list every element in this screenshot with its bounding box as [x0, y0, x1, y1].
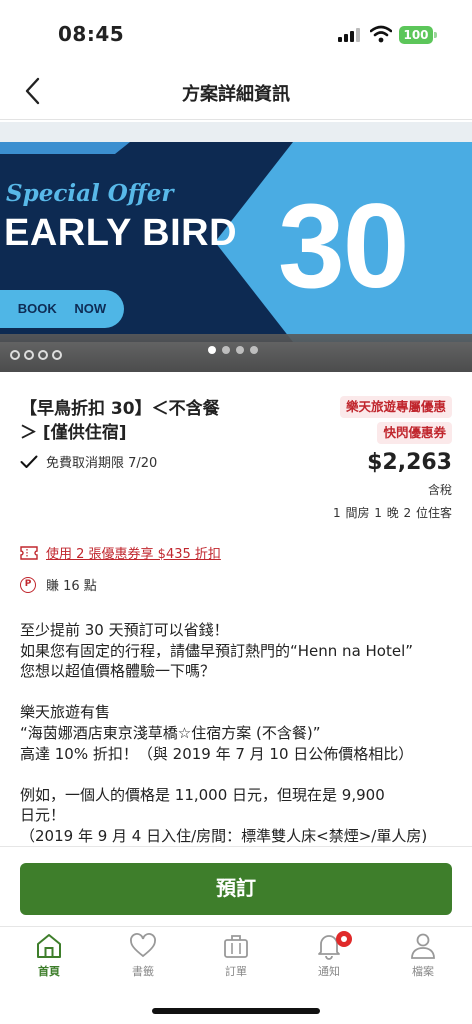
description-line: 日元！	[20, 806, 66, 825]
exclusive-deal-badge: 樂天旅遊專屬優惠	[339, 396, 452, 418]
status-time: 08:45	[58, 22, 125, 46]
plan-title-line-1: 【早鳥折扣 30】＜不含餐	[20, 399, 220, 419]
points-row: P 賺 16 點	[20, 575, 97, 594]
pager-dot[interactable]	[208, 346, 216, 354]
thumbnail-dot[interactable]	[10, 350, 20, 360]
description-line: 如果您有固定的行程，請儘早預訂熱門的“Henn na Hotel”	[20, 641, 414, 660]
banner-headline: EARLY BIRD	[4, 212, 238, 254]
tab-bookmarks[interactable]: 書籤	[96, 931, 190, 985]
description-line	[20, 764, 460, 785]
tab-label-notifications: 通知	[318, 965, 340, 978]
description-line: 高達 10% 折扣！（與 2019 年 7 月 10 日公佈價格相比）	[20, 744, 414, 763]
description-line: 例如，一個人的價格是 11,000 日元，但現在是 9,900	[20, 785, 385, 804]
points-icon: P	[20, 576, 36, 593]
banner-discount-number: 30	[278, 179, 409, 313]
book-button[interactable]: 預訂	[20, 863, 452, 915]
description-line: 您想以超值價格體驗一下嗎？	[20, 662, 216, 681]
booking-bar: 預訂	[0, 846, 472, 926]
tab-label-orders: 訂單	[225, 965, 247, 978]
home-indicator	[152, 1008, 320, 1014]
tab-home[interactable]: 首頁	[2, 931, 96, 985]
gallery-thumbnails[interactable]	[10, 345, 66, 364]
description-line: 至少提前 30 天預訂可以省錢！	[20, 621, 229, 639]
carousel-pager[interactable]	[208, 339, 264, 358]
coupon-link[interactable]: 使用 2 張優惠券享 $435 折扣	[46, 543, 221, 562]
pager-dot[interactable]	[236, 346, 244, 354]
plan-title: 【早鳥折扣 30】＜不含餐 ＞ [僅供住宿]	[20, 397, 240, 445]
battery-icon: 100	[399, 26, 437, 44]
profile-icon	[411, 933, 435, 959]
tab-orders[interactable]: 訂單	[189, 931, 283, 985]
tab-label-home: 首頁	[38, 965, 60, 978]
tab-label-bookmarks: 書籤	[132, 965, 154, 978]
thumbnail-dot[interactable]	[52, 350, 62, 360]
description-line: “海茵娜酒店東京淺草橋☆住宿方案 (不含餐)”	[20, 723, 321, 742]
price: $2,263	[367, 450, 452, 475]
check-icon	[20, 455, 38, 468]
description-line: （2019 年 9 月 4 日入住/房間：標準雙人床<禁煙>/單人房)	[20, 826, 428, 845]
cellular-signal-icon	[338, 28, 362, 42]
coupon-row[interactable]: 使用 2 張優惠券享 $435 折扣	[20, 543, 221, 562]
flash-coupon-badge: 快閃優惠券	[377, 422, 452, 444]
page-title: 方案詳細資訊	[182, 84, 290, 105]
plan-description: 至少提前 30 天預訂可以省錢！ 如果您有固定的行程，請儘早預訂熱門的“Henn…	[20, 620, 460, 847]
free-cancellation: 免費取消期限 7/20	[20, 452, 157, 471]
description-line	[20, 682, 460, 703]
heart-icon	[130, 933, 156, 958]
pager-dot[interactable]	[222, 346, 230, 354]
banner-book-now: BOOK NOW	[0, 290, 124, 328]
cancellation-text: 免費取消期限 7/20	[46, 456, 158, 471]
tab-notifications[interactable]: 通知	[282, 931, 376, 985]
home-icon	[37, 934, 61, 958]
tab-profile[interactable]: 檔案	[376, 931, 470, 985]
wifi-icon	[370, 25, 392, 43]
points-text: 賺 16 點	[46, 579, 97, 594]
tab-label-profile: 檔案	[412, 965, 434, 978]
nav-header: 方案詳細資訊	[0, 62, 472, 120]
suitcase-icon	[224, 935, 248, 958]
thumbnail-dot[interactable]	[24, 350, 34, 360]
pager-dot[interactable]	[250, 346, 258, 354]
description-line: 樂天旅遊有售	[20, 703, 111, 722]
thumbnail-dot[interactable]	[38, 350, 48, 360]
coupon-ticket-icon	[20, 545, 38, 560]
occupancy-info: 1 間房 1 晚 2 位住客	[333, 506, 452, 520]
plan-title-line-2: ＞ [僅供住宿]	[20, 423, 127, 443]
notification-badge	[336, 931, 352, 947]
banner-special-offer: Special Offer	[6, 180, 174, 207]
status-bar: 08:45 100	[0, 0, 472, 62]
tax-note: 含稅	[427, 483, 452, 497]
hero-banner[interactable]: Special Offer EARLY BIRD BOOK NOW 30	[0, 122, 472, 372]
